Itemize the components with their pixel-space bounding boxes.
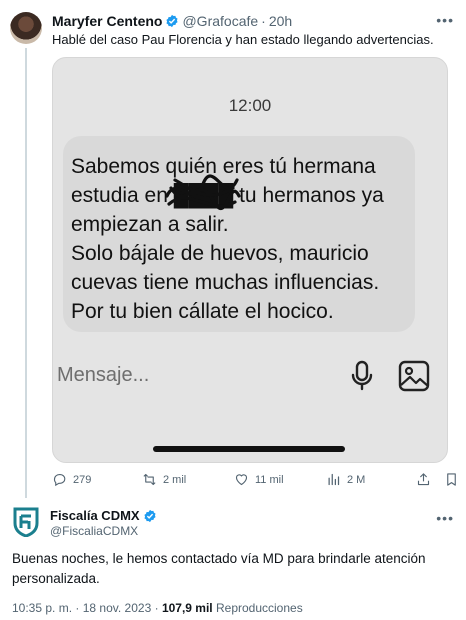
microphone-icon [351,360,373,391]
author-avatar[interactable] [10,12,42,44]
thread-connector [25,48,27,498]
verified-badge-icon [144,509,156,522]
reply-author-header: Fiscalía CDMX [50,508,160,523]
fiscalia-logo-icon[interactable] [12,507,40,537]
meta-separator: · [154,601,162,615]
share-icon [417,473,430,486]
meta-separator: · [75,601,83,615]
more-horizontal-icon[interactable]: ••• [436,12,454,28]
composer-placeholder: Mensaje... [57,364,150,386]
message-composer[interactable]: Mensaje... [53,354,447,394]
repost-count: 2 mil [163,473,187,486]
views-count: 2 M [347,473,366,486]
reply-text: Buenas noches, le hemos contactado vía M… [12,551,426,586]
bookmark-icon [447,473,456,486]
phone-clock: 12:00 [228,96,272,115]
share-button[interactable] [416,472,431,487]
reply-date[interactable]: 18 nov. 2023 [83,601,152,615]
repost-icon [143,473,156,486]
reply-metadata: 10:35 p. m. · 18 nov. 2023 · 107,9 mil R… [12,601,303,615]
like-button[interactable]: 11 mil [234,472,284,487]
reply-views-count: 107,9 mil [161,601,213,615]
image-gallery-icon [398,360,430,392]
tweet-original[interactable]: Maryfer Centeno @Grafocafe · 20h ••• Hab… [0,0,466,500]
views-chart-icon [328,473,340,486]
tweet-media-image[interactable]: 12:00 Sabemos quién eres tú hermana estu… [52,57,448,463]
heart-icon [235,474,248,486]
redaction-scribble [165,174,241,210]
repost-button[interactable]: 2 mil [142,472,186,487]
bookmark-button[interactable] [444,472,459,487]
reply-author-handle[interactable]: @FiscaliaCDMX [50,524,138,538]
home-indicator-bar [153,446,345,452]
reply-count: 279 [73,473,92,486]
message-line: Por tu bien cállate el hocico. [71,300,334,323]
author-handle[interactable]: @Grafocafe [182,13,258,29]
reply-views-label: Reproducciones [215,601,303,615]
message-line: cuevas tiene muchas influencias. [71,271,380,294]
tweet-header: Maryfer Centeno @Grafocafe · 20h [52,13,292,29]
reply-time[interactable]: 10:35 p. m. [12,601,72,615]
author-name[interactable]: Maryfer Centeno [52,13,162,29]
reply-button[interactable]: 279 [52,472,91,487]
tweet-text: Hablé del caso Pau Florencia y han estad… [52,32,434,47]
reply-author-name[interactable]: Fiscalía CDMX [50,508,140,523]
views-button[interactable]: 2 M [326,472,365,487]
like-count: 11 mil [255,473,284,486]
separator-dot: · [261,13,266,29]
message-line: Solo bájale de huevos, mauricio [71,242,369,265]
tweet-time[interactable]: 20h [269,13,292,29]
tweet-action-bar: 279 2 mil 11 mil 2 M [52,472,462,492]
reply-icon [53,473,66,487]
verified-badge-icon [166,14,179,28]
more-horizontal-icon[interactable]: ••• [436,510,454,526]
